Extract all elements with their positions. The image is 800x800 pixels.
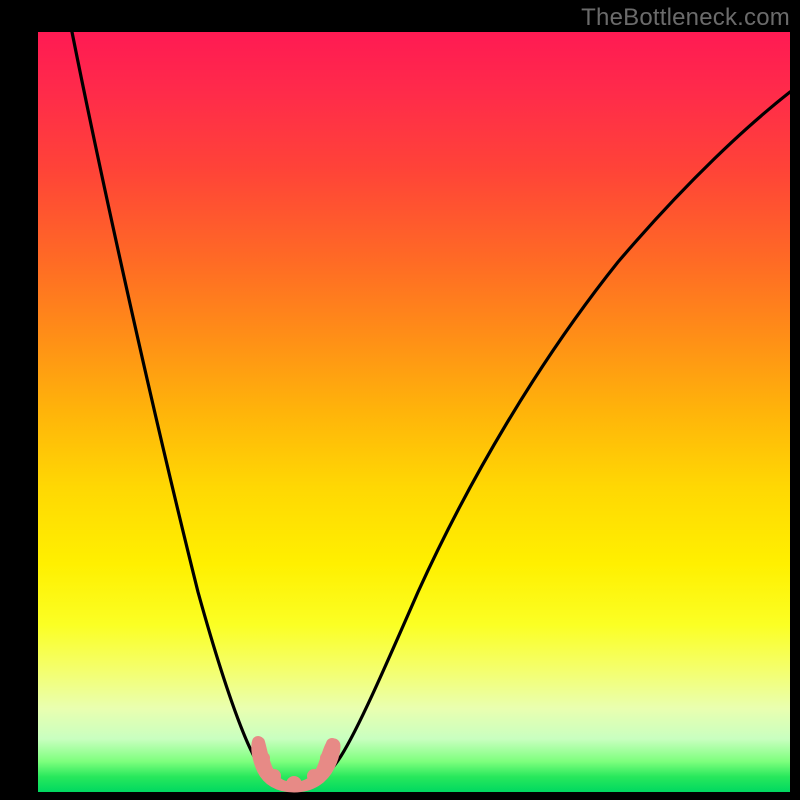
bottleneck-curve-path [72, 32, 790, 785]
valley-dot [267, 769, 281, 783]
chart-frame: TheBottleneck.com [0, 0, 800, 800]
plot-area [38, 32, 790, 792]
valley-dot [307, 769, 321, 783]
valley-dot [252, 736, 264, 748]
valley-dot [320, 752, 332, 764]
watermark-text: TheBottleneck.com [581, 4, 790, 32]
valley-dot [326, 738, 338, 750]
valley-dot [286, 776, 302, 792]
valley-dot [258, 752, 270, 764]
curve-svg [38, 32, 790, 792]
